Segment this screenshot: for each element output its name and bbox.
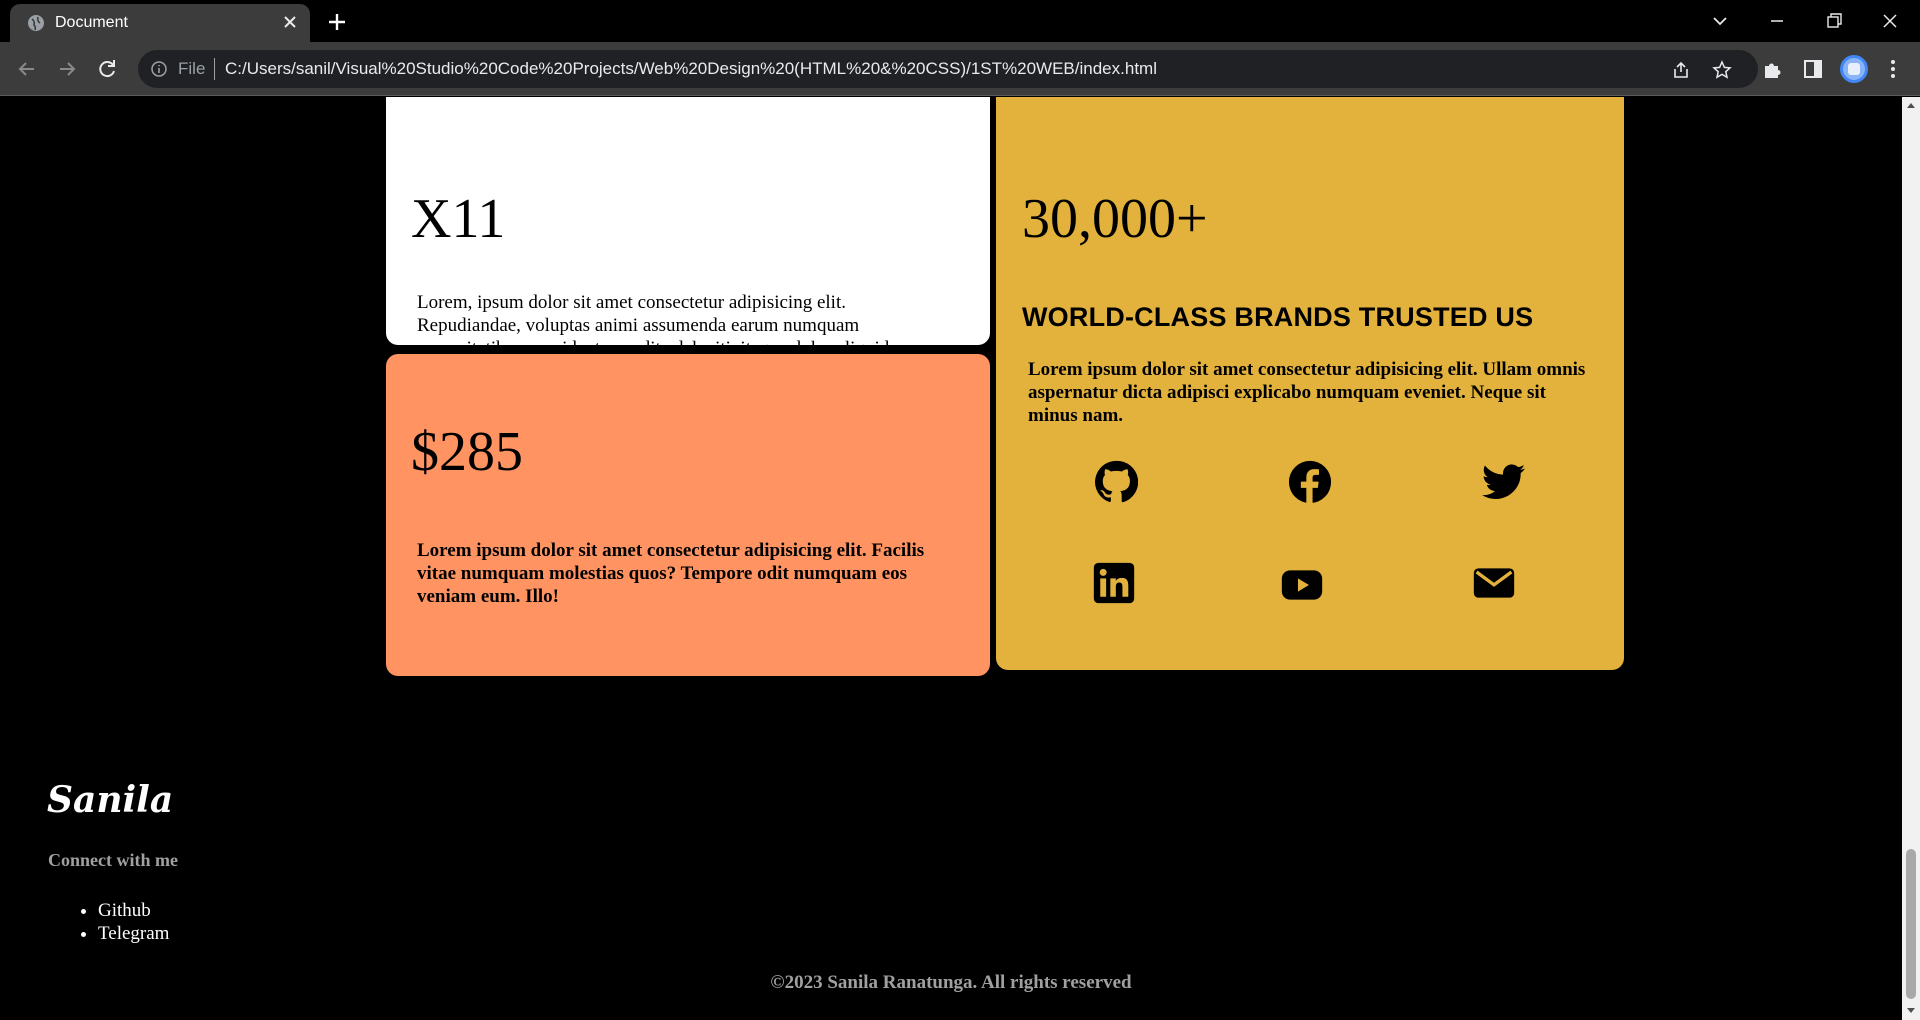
telegram-link[interactable]: Telegram xyxy=(98,923,169,944)
url-text[interactable]: C:/Users/sanil/Visual%20Studio%20Code%20… xyxy=(225,59,1157,79)
file-scheme-label: File xyxy=(178,59,206,78)
scroll-down-arrow-icon[interactable] xyxy=(1907,1008,1915,1013)
side-panel-icon[interactable] xyxy=(1800,56,1826,82)
facebook-icon[interactable] xyxy=(1288,460,1332,504)
browser-toolbar: File C:/Users/sanil/Visual%20Studio%20Co… xyxy=(0,42,1920,96)
stats-card-white: X11 Lorem, ipsum dolor sit amet consecte… xyxy=(386,97,990,382)
card-paragraph: Lorem ipsum dolor sit amet consectetur a… xyxy=(1028,359,1586,426)
tab-title: Document xyxy=(55,14,128,31)
connect-heading: Connect with me xyxy=(48,850,178,870)
info-icon[interactable] xyxy=(150,60,168,78)
scheme-divider xyxy=(214,58,215,80)
footer-logo[interactable]: Sanila xyxy=(47,779,173,821)
new-tab-icon[interactable] xyxy=(324,9,350,35)
linkedin-icon[interactable] xyxy=(1092,561,1136,605)
restore-icon[interactable] xyxy=(1820,8,1848,34)
profile-avatar[interactable] xyxy=(1840,55,1868,83)
browser-tab[interactable]: Document xyxy=(10,4,310,42)
card-paragraph: Lorem ipsum dolor sit amet consectetur a… xyxy=(417,540,925,607)
tab-search-chevron-icon[interactable] xyxy=(1706,8,1734,34)
close-window-icon[interactable] xyxy=(1876,8,1904,34)
vertical-scrollbar[interactable] xyxy=(1902,97,1920,1020)
brands-count: 30,000+ xyxy=(1022,188,1208,250)
github-link[interactable]: Github xyxy=(98,900,151,921)
forward-icon[interactable] xyxy=(54,56,80,82)
github-icon[interactable] xyxy=(1094,460,1139,504)
list-item: Github xyxy=(98,899,169,922)
globe-icon xyxy=(28,15,44,31)
youtube-icon[interactable] xyxy=(1280,563,1324,607)
scroll-up-arrow-icon[interactable] xyxy=(1907,103,1915,108)
card-number: X11 xyxy=(411,188,506,250)
twitter-icon[interactable] xyxy=(1482,460,1526,504)
share-icon[interactable] xyxy=(1671,60,1691,80)
kebab-menu-icon[interactable] xyxy=(1880,56,1906,82)
page-viewport: X11 Lorem, ipsum dolor sit amet consecte… xyxy=(0,97,1902,1020)
brands-heading: WORLD-CLASS BRANDS TRUSTED US xyxy=(1022,302,1534,332)
back-icon[interactable] xyxy=(14,56,40,82)
reload-icon[interactable] xyxy=(94,56,120,82)
envelope-icon[interactable] xyxy=(1472,561,1516,605)
brands-card: 30,000+ WORLD-CLASS BRANDS TRUSTED US Lo… xyxy=(996,97,1624,670)
scrollbar-thumb[interactable] xyxy=(1906,849,1916,999)
close-tab-icon[interactable] xyxy=(280,12,300,32)
address-bar[interactable]: File C:/Users/sanil/Visual%20Studio%20Co… xyxy=(138,50,1758,88)
stats-card-orange: $285 Lorem ipsum dolor sit amet consecte… xyxy=(386,354,990,676)
bookmark-star-icon[interactable] xyxy=(1712,60,1732,80)
card-price: $285 xyxy=(411,421,523,483)
extensions-icon[interactable] xyxy=(1760,56,1786,82)
list-item: Telegram xyxy=(98,922,169,945)
browser-tab-bar: Document xyxy=(0,0,1920,42)
copyright-text: ©2023 Sanila Ranatunga. All rights reser… xyxy=(770,972,1132,993)
footer-link-list: Github Telegram xyxy=(98,899,169,945)
minimize-icon[interactable] xyxy=(1763,8,1791,34)
